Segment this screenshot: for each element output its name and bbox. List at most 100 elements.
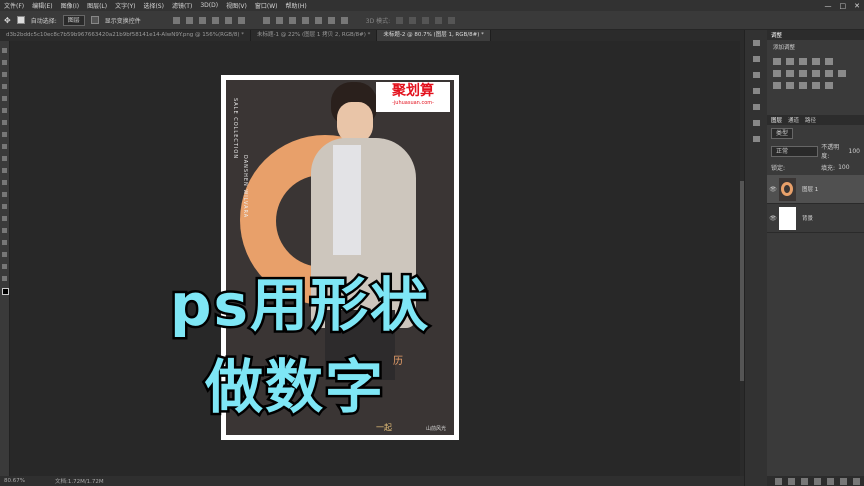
opacity-value[interactable]: 100 xyxy=(849,148,860,155)
zoom-level[interactable]: 80.67% xyxy=(4,478,25,484)
minimize-button[interactable]: — xyxy=(825,2,832,10)
3d-scale-icon[interactable] xyxy=(448,16,456,24)
history-brush-tool-icon[interactable] xyxy=(2,156,7,161)
layer-kind-filter[interactable]: 类型 xyxy=(771,128,794,139)
paragraph-icon[interactable] xyxy=(752,88,760,94)
stamp-tool-icon[interactable] xyxy=(2,144,7,149)
align-bottom-icon[interactable] xyxy=(198,16,206,24)
align-center-icon[interactable] xyxy=(224,16,232,24)
tab-document-1[interactable]: d3b2bddc5c10ec8c7b59b967663420a21b9bf581… xyxy=(0,30,252,41)
3d-roll-icon[interactable] xyxy=(409,16,417,24)
layer-name[interactable]: 背景 xyxy=(802,214,813,222)
fill-value[interactable]: 100 xyxy=(838,164,849,171)
color-lookup-icon[interactable] xyxy=(838,70,846,77)
link-icon[interactable] xyxy=(775,477,782,485)
channel-mixer-icon[interactable] xyxy=(825,70,833,77)
healing-tool-icon[interactable] xyxy=(2,120,7,125)
eyedropper-tool-icon[interactable] xyxy=(2,108,7,113)
distribute-top-icon[interactable] xyxy=(262,16,270,24)
mask-icon[interactable] xyxy=(752,104,760,110)
distribute-bottom-icon[interactable] xyxy=(288,16,296,24)
type-tool-icon[interactable] xyxy=(2,228,7,233)
dodge-tool-icon[interactable] xyxy=(2,204,7,209)
tab-adjustments[interactable]: 调整 xyxy=(771,31,782,39)
blur-tool-icon[interactable] xyxy=(2,192,7,197)
distribute-middle-icon[interactable] xyxy=(275,16,283,24)
foreground-color-icon[interactable] xyxy=(2,288,9,295)
menu-file[interactable]: 文件(F) xyxy=(0,1,28,10)
tab-channels[interactable]: 通道 xyxy=(788,116,799,124)
tab-layers[interactable]: 图层 xyxy=(771,116,782,124)
marquee-tool-icon[interactable] xyxy=(2,60,7,65)
trash-icon[interactable] xyxy=(853,477,860,485)
menu-view[interactable]: 视图(V) xyxy=(222,1,251,10)
layer-name[interactable]: 图层 1 xyxy=(802,185,818,193)
distribute-left-icon[interactable] xyxy=(301,16,309,24)
play-icon[interactable] xyxy=(752,40,760,46)
eraser-tool-icon[interactable] xyxy=(2,168,7,173)
zoom-tool-icon[interactable] xyxy=(2,276,7,281)
menu-filter[interactable]: 滤镜(T) xyxy=(168,1,196,10)
move-tool-icon[interactable]: ✥ xyxy=(4,16,11,25)
align-top-icon[interactable] xyxy=(172,16,180,24)
pen-tool-icon[interactable] xyxy=(2,216,7,221)
close-button[interactable]: ✕ xyxy=(854,2,860,10)
menu-edit[interactable]: 编辑(E) xyxy=(28,1,56,10)
menu-window[interactable]: 窗口(W) xyxy=(251,1,282,10)
distribute-right-icon[interactable] xyxy=(327,16,335,24)
auto-align-icon[interactable] xyxy=(340,16,348,24)
curves-icon[interactable] xyxy=(799,58,807,65)
shape-tool-icon[interactable] xyxy=(2,252,7,257)
tab-document-3[interactable]: 未标题-2 @ 80.7% (图层 1, RGB/8#) * xyxy=(377,30,491,41)
3d-rotate-icon[interactable] xyxy=(396,16,404,24)
brush-settings-icon[interactable] xyxy=(752,136,760,142)
tab-paths[interactable]: 路径 xyxy=(805,116,816,124)
path-select-tool-icon[interactable] xyxy=(2,240,7,245)
crop-tool-icon[interactable] xyxy=(2,96,7,101)
gradient-tool-icon[interactable] xyxy=(2,180,7,185)
quick-select-tool-icon[interactable] xyxy=(2,84,7,89)
menu-3d[interactable]: 3D(D) xyxy=(196,2,222,9)
move-tool-icon[interactable] xyxy=(2,48,7,53)
gradient-map-icon[interactable] xyxy=(812,82,820,89)
photo-filter-icon[interactable] xyxy=(812,70,820,77)
brush-tool-icon[interactable] xyxy=(2,132,7,137)
layer-select-dropdown[interactable]: 图层 xyxy=(62,14,85,26)
fx-icon[interactable] xyxy=(788,477,795,485)
adjustment-layer-icon[interactable] xyxy=(814,477,821,485)
menu-image[interactable]: 图像(I) xyxy=(57,1,83,10)
black-white-icon[interactable] xyxy=(799,70,807,77)
folder-icon[interactable] xyxy=(827,477,834,485)
menu-layer[interactable]: 图层(L) xyxy=(83,1,111,10)
eye-icon[interactable]: 👁 xyxy=(767,215,779,222)
invert-icon[interactable] xyxy=(773,82,781,89)
menu-help[interactable]: 帮助(H) xyxy=(282,1,311,10)
align-right-icon[interactable] xyxy=(237,16,245,24)
vibrance-icon[interactable] xyxy=(825,58,833,65)
posterize-icon[interactable] xyxy=(786,82,794,89)
distribute-center-icon[interactable] xyxy=(314,16,322,24)
hand-tool-icon[interactable] xyxy=(2,264,7,269)
levels-icon[interactable] xyxy=(786,58,794,65)
eye-icon[interactable]: 👁 xyxy=(767,186,779,193)
color-balance-icon[interactable] xyxy=(786,70,794,77)
hue-saturation-icon[interactable] xyxy=(773,70,781,77)
selective-color-icon[interactable] xyxy=(825,82,833,89)
align-middle-icon[interactable] xyxy=(185,16,193,24)
info-icon[interactable] xyxy=(752,56,760,62)
layer-row[interactable]: 👁 背景 xyxy=(767,204,864,233)
threshold-icon[interactable] xyxy=(799,82,807,89)
new-layer-icon[interactable] xyxy=(840,477,847,485)
lasso-tool-icon[interactable] xyxy=(2,72,7,77)
maximize-button[interactable]: □ xyxy=(840,2,847,10)
mask-icon[interactable] xyxy=(801,477,808,485)
menu-type[interactable]: 文字(Y) xyxy=(111,1,139,10)
auto-select-checkbox[interactable] xyxy=(16,16,25,24)
blend-mode-dropdown[interactable]: 正常 xyxy=(771,145,819,157)
tab-document-2[interactable]: 未标题-1 @ 22% (图层 1 拷贝 2, RGB/8#) * xyxy=(251,30,378,41)
align-left-icon[interactable] xyxy=(211,16,219,24)
text-icon[interactable] xyxy=(752,72,760,78)
brightness-icon[interactable] xyxy=(773,58,781,65)
3d-slide-icon[interactable] xyxy=(435,16,443,24)
show-transform-checkbox[interactable] xyxy=(90,16,99,24)
